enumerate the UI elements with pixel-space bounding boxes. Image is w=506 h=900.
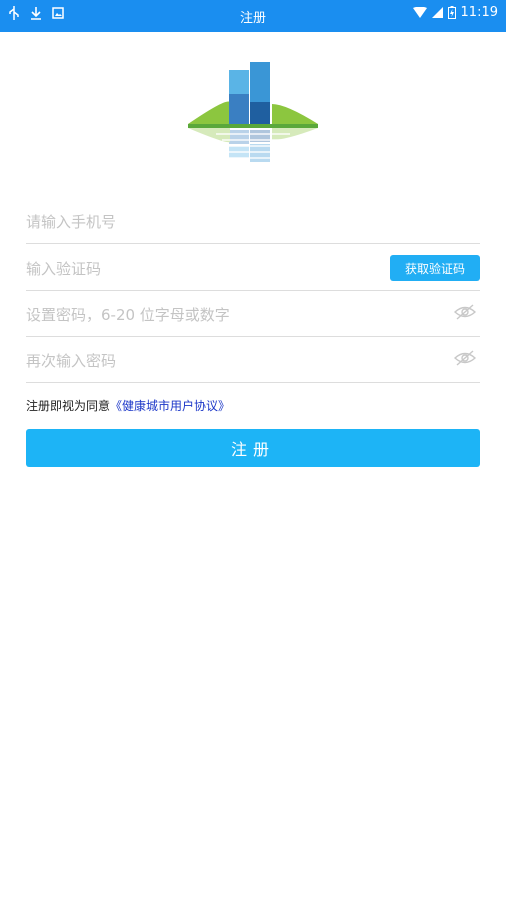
code-input[interactable]: 输入验证码 xyxy=(26,258,101,279)
code-field[interactable]: 输入验证码 获取验证码 xyxy=(26,245,480,291)
confirm-password-input[interactable]: 再次输入密码 xyxy=(26,350,116,371)
register-button[interactable]: 注册 xyxy=(26,429,480,467)
password-field[interactable]: 设置密码，6-20 位字母或数字 xyxy=(26,291,480,337)
phone-field[interactable]: 请输入手机号 xyxy=(26,198,480,244)
confirm-password-field[interactable]: 再次输入密码 xyxy=(26,337,480,383)
signal-icon xyxy=(431,7,443,18)
agreement-text: 注册即视为同意《健康城市用户协议》 xyxy=(26,397,230,414)
phone-input[interactable]: 请输入手机号 xyxy=(26,211,116,232)
password-input[interactable]: 设置密码，6-20 位字母或数字 xyxy=(26,304,230,325)
clock: 11:19 xyxy=(460,5,498,20)
wifi-icon xyxy=(412,6,427,18)
agreement-link[interactable]: 《健康城市用户协议》 xyxy=(110,399,230,413)
status-bar: 注册 11:19 xyxy=(0,0,506,32)
status-right: 11:19 xyxy=(412,5,498,20)
eye-off-icon[interactable] xyxy=(454,303,476,321)
get-code-button[interactable]: 获取验证码 xyxy=(390,255,480,281)
eye-off-icon[interactable] xyxy=(454,349,476,367)
battery-icon xyxy=(447,6,456,19)
app-logo xyxy=(188,62,318,171)
agreement-prefix: 注册即视为同意 xyxy=(26,399,111,413)
